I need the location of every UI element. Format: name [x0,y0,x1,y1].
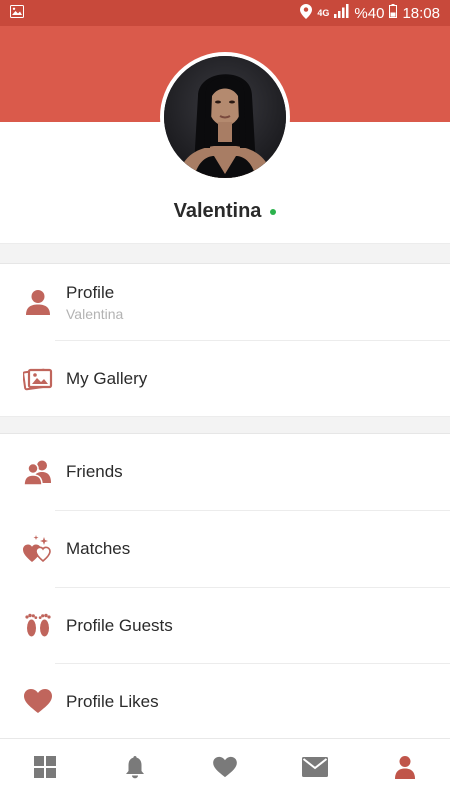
profile-name: Valentina [173,199,262,222]
mail-icon [302,757,328,782]
friends-icon [22,456,54,488]
menu-item-label: Matches [66,539,131,558]
footprints-icon [22,610,54,642]
grid-icon [34,756,56,783]
avatar[interactable] [160,52,290,182]
heart-icon [212,756,238,783]
section-divider [0,243,450,264]
person-icon [22,286,54,318]
gallery-icon [22,363,54,395]
online-status-dot [270,209,277,215]
menu-item-label: Friends [66,462,123,481]
menu-item-sublabel: Valentina [66,306,124,322]
network-type: 4G [317,7,330,18]
menu-item-profile-likes[interactable]: Profile Likes [0,664,450,738]
battery-icon [389,4,398,22]
nav-home[interactable] [0,739,90,800]
menu-item-label: Profile Likes [66,692,159,711]
nav-messages[interactable] [270,739,360,800]
section-divider [0,416,450,434]
menu-item-matches[interactable]: Matches [0,511,450,587]
menu-item-my-gallery[interactable]: My Gallery [0,341,450,416]
menu-item-label: Profile [66,283,115,302]
bottom-navigation [0,738,450,800]
bell-icon [125,755,145,784]
menu-item-label: My Gallery [66,369,148,388]
profile-name-row: Valentina [0,196,450,226]
nav-profile[interactable] [360,739,450,800]
location-icon [300,3,313,23]
matches-icon [22,533,54,565]
nav-likes[interactable] [180,739,270,800]
menu-item-label: Profile Guests [66,616,173,635]
heart-icon [22,685,54,717]
clock: 18:08 [402,4,440,22]
menu-item-profile-guests[interactable]: Profile Guests [0,588,450,663]
person-icon [394,755,416,784]
image-icon [10,4,24,22]
menu-item-friends[interactable]: Friends [0,434,450,510]
battery-percent: %40 [354,4,385,22]
status-bar: 4G %40 18:08 [0,0,450,26]
menu-item-profile[interactable]: Profile Valentina [0,264,450,340]
nav-notifications[interactable] [90,739,180,800]
signal-icon [334,4,349,22]
